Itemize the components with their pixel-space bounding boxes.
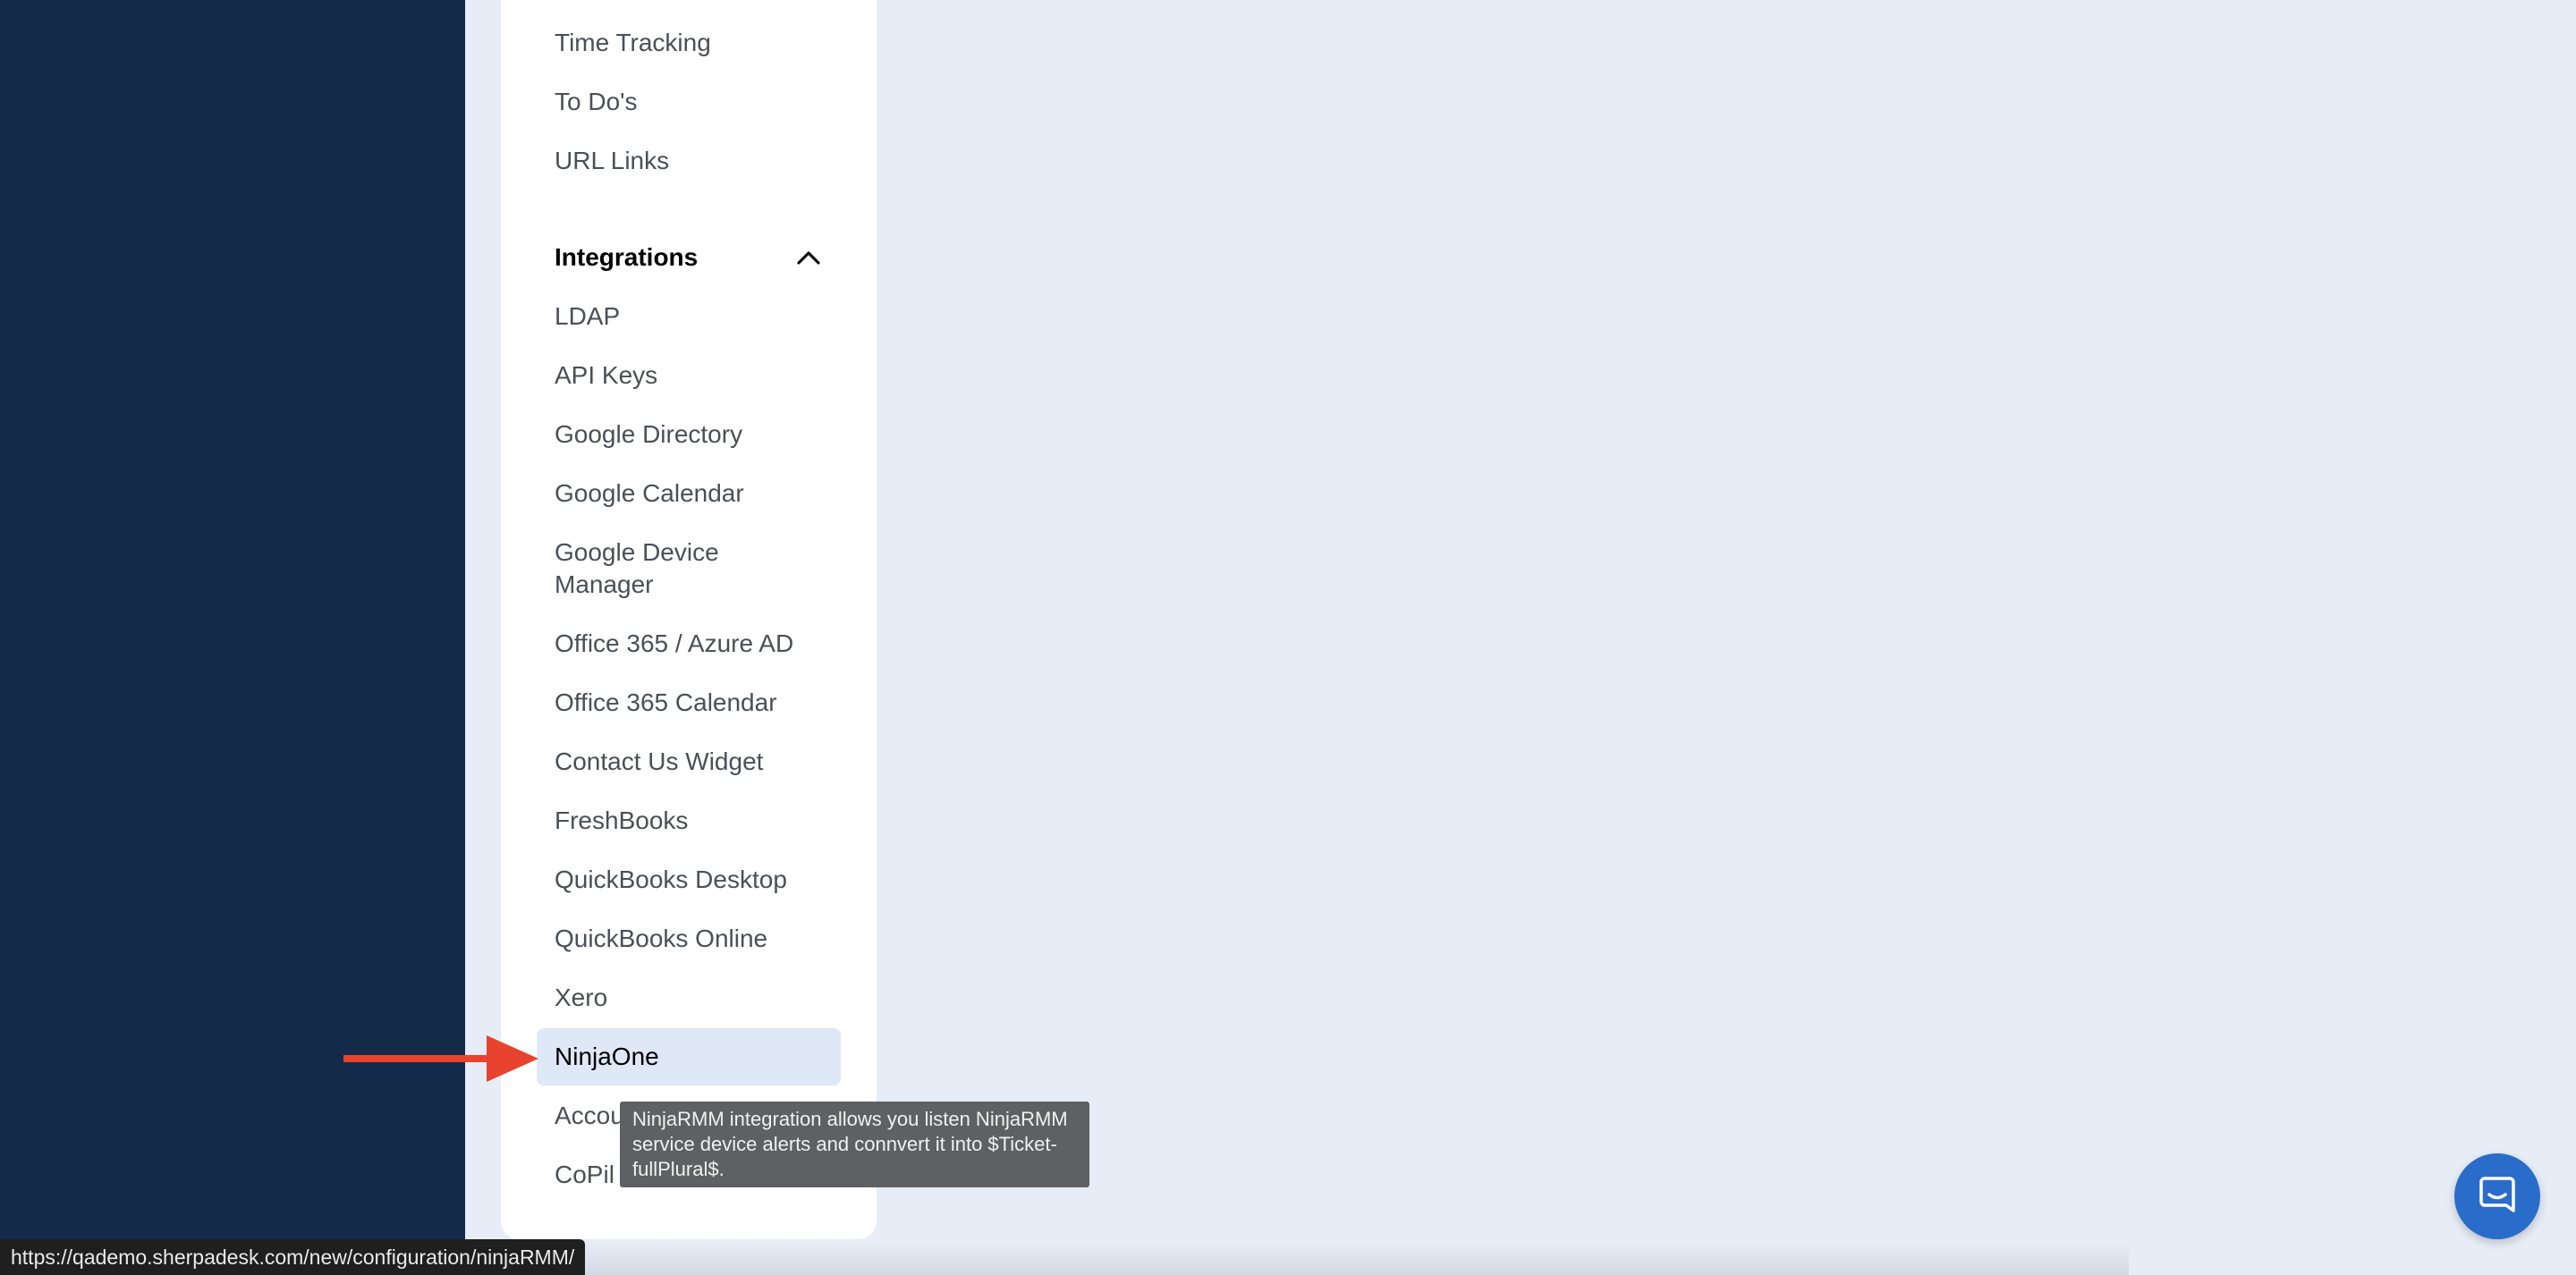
menu-item-api-keys[interactable]: API Keys [537, 359, 841, 392]
menu-item-google-calendar[interactable]: Google Calendar [537, 477, 841, 510]
red-arrow-icon [343, 1034, 538, 1084]
menu-item-url-links[interactable]: URL Links [537, 145, 841, 177]
menu-item-time-tracking[interactable]: Time Tracking [537, 27, 841, 59]
menu-item-ninjaone[interactable]: NinjaOne [537, 1028, 841, 1085]
chat-launcher-button[interactable] [2454, 1153, 2540, 1239]
browser-status-url: https://qademo.sherpadesk.com/new/config… [0, 1239, 586, 1275]
chat-bubble-icon [2476, 1173, 2519, 1220]
integrations-section-toggle[interactable]: Integrations [555, 241, 823, 274]
app-sidebar [0, 0, 465, 1275]
menu-item-office365-azure-ad[interactable]: Office 365 / Azure AD [537, 628, 841, 660]
chevron-up-icon [794, 243, 823, 272]
menu-item-google-device-manager[interactable]: Google Device Manager [537, 536, 805, 601]
menu-item-contact-us-widget[interactable]: Contact Us Widget [537, 746, 841, 778]
menu-item-office365-calendar[interactable]: Office 365 Calendar [537, 687, 841, 719]
menu-item-google-directory[interactable]: Google Directory [537, 418, 841, 451]
menu-item-todos[interactable]: To Do's [537, 86, 841, 118]
integrations-section-title: Integrations [555, 243, 699, 271]
menu-item-quickbooks-online[interactable]: QuickBooks Online [537, 923, 841, 955]
menu-item-freshbooks[interactable]: FreshBooks [537, 805, 841, 837]
menu-item-ldap[interactable]: LDAP [537, 300, 841, 333]
menu-item-quickbooks-desktop[interactable]: QuickBooks Desktop [537, 864, 841, 896]
menu-item-xero[interactable]: Xero [537, 982, 841, 1014]
ninjaone-tooltip: NinjaRMM integration allows you listen N… [620, 1102, 1089, 1187]
